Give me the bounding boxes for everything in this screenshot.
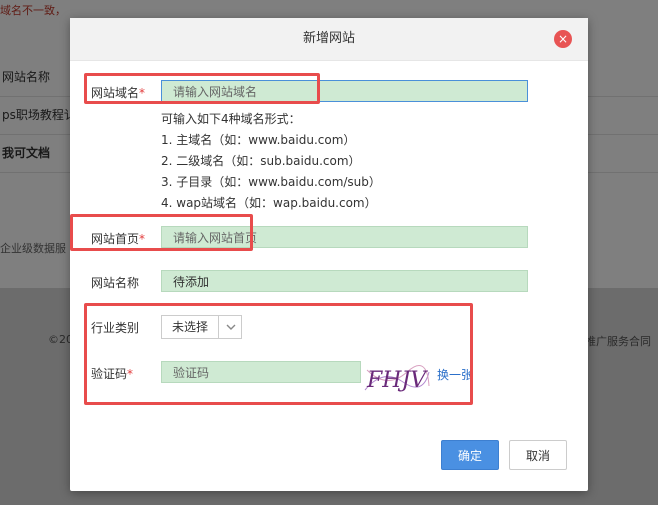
- cancel-button[interactable]: 取消: [509, 440, 567, 470]
- domain-hint-title: 可输入如下4种域名形式：: [161, 112, 301, 126]
- domain-hint-item: 2. 二级域名（如：sub.baidu.com）: [161, 154, 361, 168]
- required-mark: *: [139, 86, 146, 100]
- close-icon[interactable]: ×: [554, 30, 572, 48]
- domain-label: 网站域名*: [91, 84, 145, 101]
- captcha-text: FHJV: [366, 368, 428, 393]
- industry-select[interactable]: 未选择: [161, 315, 242, 339]
- dialog-title: 新增网站: [70, 18, 588, 61]
- industry-label: 行业类别: [91, 321, 140, 335]
- required-mark: *: [127, 367, 134, 381]
- homepage-label: 网站首页*: [91, 230, 145, 247]
- captcha-label: 验证码*: [91, 365, 133, 382]
- chevron-down-icon: [226, 324, 236, 330]
- confirm-button[interactable]: 确定: [441, 440, 499, 470]
- captcha-input[interactable]: 验证码: [161, 361, 361, 383]
- domain-hint-item: 3. 子目录（如：www.baidu.com/sub）: [161, 175, 381, 189]
- captcha-image[interactable]: FHJV: [363, 360, 431, 396]
- domain-input[interactable]: 请输入网站域名: [161, 80, 528, 102]
- site-name-input[interactable]: 待添加: [161, 270, 528, 292]
- homepage-input[interactable]: 请输入网站首页: [161, 226, 528, 248]
- domain-hint-item: 1. 主域名（如：www.baidu.com）: [161, 133, 356, 147]
- add-website-dialog: 新增网站 × 网站域名* 请输入网站域名 可输入如下4种域名形式： 1. 主域名…: [70, 18, 588, 491]
- refresh-captcha-link[interactable]: 换一张: [437, 366, 473, 383]
- domain-hint-item: 4. wap站域名（如：wap.baidu.com）: [161, 196, 377, 210]
- captcha-label-text: 验证码: [91, 367, 128, 381]
- domain-label-text: 网站域名: [91, 86, 140, 100]
- select-divider: [218, 316, 219, 338]
- required-mark: *: [139, 232, 146, 246]
- industry-selected-value: 未选择: [172, 320, 209, 334]
- site-name-label: 网站名称: [91, 276, 140, 290]
- homepage-label-text: 网站首页: [91, 232, 140, 246]
